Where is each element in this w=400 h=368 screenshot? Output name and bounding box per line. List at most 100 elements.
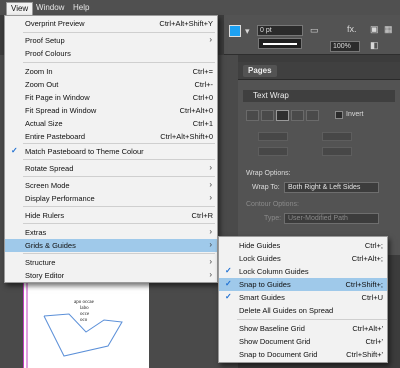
menu-separator [23,32,215,33]
view-menu-item-label: Rotate Spread [25,163,74,173]
jump-next-column-button[interactable] [306,110,319,121]
document-page[interactable]: dolorp siiam em apo occae labo occe oco [23,276,149,368]
type-label: Type: [264,215,282,222]
menu-separator [23,159,215,160]
fx-icon[interactable]: fx. [347,24,357,34]
grids-menu-item-label: Delete All Guides on Spread [239,305,334,315]
invert-label: Invert [346,111,364,118]
view-menu-item-label: Display Performance [25,193,95,203]
dropdown-arrow-icon[interactable]: ▾ [245,26,250,37]
frame-fit-icon[interactable]: ◧ [370,40,379,51]
view-menu-item[interactable]: Display Performance › [5,192,217,205]
grids-menu-item-shortcut: Ctrl+Shift+' [346,349,383,359]
stroke-weight-value: 0 pt [260,27,272,34]
view-menu: Overprint Preview Ctrl+Alt+Shift+Y Proof S… [4,15,218,283]
align-icon[interactable]: ▣ [370,24,379,35]
grids-menu-item[interactable]: Delete All Guides on Spread [219,304,387,317]
pages-panel-bar: Pages [238,62,400,80]
view-menu-item-shortcut: Ctrl+Alt+Shift+0 [160,131,213,141]
tab-pages[interactable]: Pages [243,65,277,77]
grids-menu-item-label: Snap to Document Grid [239,349,318,359]
view-menu-item-shortcut: Ctrl+1 [192,118,213,128]
submenu-arrow-icon: › [209,227,212,236]
stroke-style-select[interactable] [258,38,302,49]
grids-menu-item-shortcut: Ctrl+Alt+; [351,253,383,263]
view-menu-item[interactable]: Zoom Out Ctrl+- [5,78,217,91]
view-menu-item-label: Hide Rulers [25,210,65,220]
left-offset-field[interactable] [322,132,352,141]
submenu-arrow-icon: › [209,270,212,279]
view-menu-item[interactable]: Proof Setup › [5,34,217,47]
opacity-field[interactable]: 100% [330,41,360,52]
menu-bar: View Window Help [0,0,400,15]
menu-separator [23,62,215,63]
view-menu-item[interactable]: Hide Rulers Ctrl+R [5,209,217,222]
grids-menu-item-label: Smart Guides [239,292,285,302]
grids-menu-item[interactable]: Show Document Grid Ctrl+' [219,335,387,348]
view-menu-item[interactable]: Screen Mode › [5,179,217,192]
grids-menu-item-shortcut: Ctrl+; [364,240,383,250]
menu-separator [237,319,387,320]
view-menu-item-label: Match Pasteboard to Theme Colour [25,146,144,156]
grids-menu-item[interactable]: Hide Guides Ctrl+; [219,239,387,252]
view-menu-item[interactable]: Structure › [5,256,217,269]
wrap-contour-path[interactable] [24,276,150,368]
grids-menu-item[interactable]: ✓ Lock Column Guides [219,265,387,278]
wrap-object-shape-button[interactable] [276,110,289,121]
stroke-icon[interactable]: ▭ [310,25,319,36]
submenu-arrow-icon: › [209,163,212,172]
view-menu-item[interactable]: Fit Spread in Window Ctrl+Alt+0 [5,104,217,117]
view-menu-item-label: Actual Size [25,118,63,128]
top-offset-field[interactable] [258,132,288,141]
grids-menu-item-label: Show Document Grid [239,336,311,346]
menu-help[interactable]: Help [69,2,93,15]
jump-object-button[interactable] [291,110,304,121]
contour-type-value: User-Modified Path [288,215,348,222]
view-menu-item[interactable]: Actual Size Ctrl+1 [5,117,217,130]
wrap-bounding-box-button[interactable] [261,110,274,121]
view-menu-item[interactable]: Overprint Preview Ctrl+Alt+Shift+Y [5,17,217,30]
view-menu-item[interactable]: Zoom In Ctrl+= [5,65,217,78]
view-menu-item-label: Structure [25,257,56,267]
right-offset-field[interactable] [322,147,352,156]
no-wrap-button[interactable] [246,110,259,121]
fill-swatch[interactable] [229,25,241,37]
view-menu-item[interactable]: Extras › [5,226,217,239]
contour-type-select[interactable]: User-Modified Path [284,213,379,224]
contour-options-label: Contour Options: [246,201,299,208]
view-menu-item[interactable]: Grids & Guides › [5,239,217,252]
view-menu-item-shortcut: Ctrl+Alt+Shift+Y [159,18,213,28]
view-menu-item-shortcut: Ctrl+Alt+0 [179,105,213,115]
view-menu-item-label: Overprint Preview [25,18,85,28]
grids-menu-item-shortcut: Ctrl+U [361,292,383,302]
view-menu-item[interactable]: Story Editor › [5,269,217,282]
submenu-arrow-icon: › [209,35,212,44]
menu-separator [23,143,215,144]
menu-separator [23,253,215,254]
menu-view[interactable]: View [6,2,34,15]
view-menu-item[interactable]: Rotate Spread › [5,162,217,175]
grids-menu-item-label: Lock Column Guides [239,266,309,276]
view-menu-item[interactable]: Fit Page in Window Ctrl+0 [5,91,217,104]
grids-menu-item[interactable]: Snap to Document Grid Ctrl+Shift+' [219,348,387,361]
view-menu-item-label: Zoom In [25,66,53,76]
text-wrap-header[interactable]: Text Wrap [243,90,395,102]
view-menu-item[interactable]: ✓ Match Pasteboard to Theme Colour [5,145,217,158]
stroke-weight-field[interactable]: 0 pt [257,25,303,36]
view-menu-item[interactable]: Proof Colours [5,47,217,60]
view-menu-item-shortcut: Ctrl+- [194,79,213,89]
wrap-to-select[interactable]: Both Right & Left Sides [284,182,379,193]
view-menu-item-label: Grids & Guides [25,240,76,250]
grids-menu-item[interactable]: ✓ Snap to Guides Ctrl+Shift+; [219,278,387,291]
checkmark-icon: ✓ [225,279,232,288]
view-menu-item[interactable]: Entire Pasteboard Ctrl+Alt+Shift+0 [5,130,217,143]
menu-window[interactable]: Window [32,2,68,15]
invert-checkbox[interactable] [335,111,343,119]
text-wrap-panel: Text Wrap Invert Wrap Options: Wrap To: … [238,80,400,255]
grids-menu-item[interactable]: Show Baseline Grid Ctrl+Alt+' [219,322,387,335]
submenu-arrow-icon: › [209,193,212,202]
grids-menu-item[interactable]: ✓ Smart Guides Ctrl+U [219,291,387,304]
grids-menu-item[interactable]: Lock Guides Ctrl+Alt+; [219,252,387,265]
grid-icon[interactable]: ▦ [384,24,393,35]
bottom-offset-field[interactable] [258,147,288,156]
